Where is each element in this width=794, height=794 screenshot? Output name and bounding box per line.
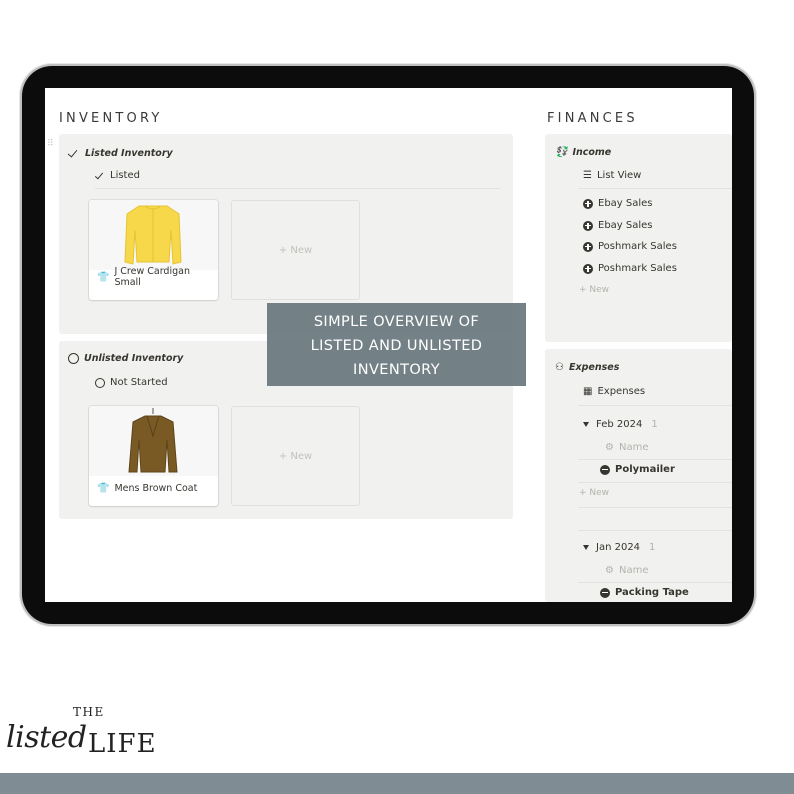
expense-item-label: Packing Tape [615, 587, 689, 598]
income-item-label: Ebay Sales [598, 198, 653, 209]
inventory-title: INVENTORY [59, 111, 163, 126]
divider [578, 530, 732, 531]
income-panel [545, 134, 732, 342]
listed-view-label: Listed [110, 170, 140, 181]
table-icon: ▦ [583, 386, 593, 397]
divider [95, 188, 500, 189]
name-header-label: Name [618, 565, 649, 576]
new-card-button[interactable]: + New [231, 406, 360, 506]
bottom-bar [0, 773, 794, 794]
expenses-label: Expenses [568, 362, 620, 373]
income-label: Income [572, 147, 612, 158]
finances-title: FINANCES [547, 111, 638, 126]
triangle-down-icon [583, 545, 589, 550]
plus-circle-icon [583, 263, 593, 274]
plus-circle-icon [583, 241, 593, 252]
group-toggle-feb[interactable]: Feb 2024 1 [583, 419, 658, 430]
divider [578, 405, 732, 406]
check-icon [68, 147, 80, 159]
hierarchy-icon: ⚇ [555, 362, 564, 373]
income-item[interactable]: Poshmark Sales [583, 241, 677, 252]
income-item-label: Poshmark Sales [598, 241, 677, 252]
group-count: 1 [651, 419, 658, 430]
income-item[interactable]: Poshmark Sales [583, 263, 677, 274]
brand-the: THE [73, 705, 105, 719]
new-label: + New [278, 450, 313, 462]
unlisted-view-label: Not Started [110, 377, 168, 388]
name-column-header: ⚙ Name [605, 565, 648, 576]
listed-inventory-label: Listed Inventory [85, 147, 173, 159]
gallery-card-cardigan[interactable]: 👕 J Crew Cardigan Small [89, 200, 218, 300]
expense-item-label: Polymailer [615, 464, 675, 475]
shirt-icon: 👕 [97, 271, 110, 283]
expenses-header[interactable]: ⚇ Expenses [555, 362, 619, 373]
brand-listed: listed [6, 720, 87, 755]
new-label: + New [579, 488, 610, 498]
minus-circle-icon [600, 587, 610, 598]
income-item-label: Poshmark Sales [598, 263, 677, 274]
income-item[interactable]: Ebay Sales [583, 220, 653, 231]
list-icon: ☰ [583, 170, 592, 181]
expenses-new-button[interactable]: + New [579, 488, 609, 498]
listed-view-tab[interactable]: Listed [95, 170, 140, 181]
group-label: Jan 2024 [596, 542, 641, 553]
unlisted-inventory-header[interactable]: Unlisted Inventory [68, 353, 183, 364]
card-title: Mens Brown Coat [114, 483, 198, 494]
group-count: 1 [649, 542, 656, 553]
coat-image [89, 406, 218, 476]
new-label: + New [579, 285, 610, 295]
expenses-view-tab[interactable]: ▦ Expenses [583, 386, 645, 397]
divider [578, 482, 732, 483]
money-icon: 💱 [555, 147, 568, 158]
new-label: + New [278, 244, 313, 256]
group-label: Feb 2024 [596, 419, 643, 430]
group-toggle-jan[interactable]: Jan 2024 1 [583, 542, 655, 553]
income-view-label: List View [596, 170, 642, 181]
shirt-icon: 👕 [97, 483, 110, 494]
plus-circle-icon [583, 220, 593, 231]
income-view-tab[interactable]: ☰ List View [583, 170, 641, 181]
income-header[interactable]: 💱 Income [555, 147, 611, 158]
divider [578, 507, 732, 508]
drag-handle-icon[interactable]: ⠿ [47, 139, 54, 149]
income-new-button[interactable]: + New [579, 285, 609, 295]
plus-circle-icon [583, 198, 593, 209]
expense-item[interactable]: Packing Tape [600, 587, 689, 598]
circle-icon [68, 353, 79, 364]
caption-line: INVENTORY [353, 362, 440, 378]
minus-circle-icon [600, 464, 610, 475]
expense-item[interactable]: Polymailer [600, 464, 675, 475]
name-column-header: ⚙ Name [605, 442, 648, 453]
gallery-card-coat[interactable]: 👕 Mens Brown Coat [89, 406, 218, 506]
unlisted-view-tab[interactable]: Not Started [95, 377, 168, 388]
gear-icon: ⚙ [605, 442, 614, 453]
gear-icon: ⚙ [605, 565, 614, 576]
brand-life: LIFE [88, 729, 157, 759]
card-title: J Crew Cardigan Small [114, 266, 190, 288]
name-header-label: Name [618, 442, 649, 453]
check-icon [95, 171, 105, 181]
caption-line: SIMPLE OVERVIEW OF [313, 314, 480, 330]
triangle-down-icon [583, 422, 589, 427]
caption-line: LISTED AND UNLISTED [310, 338, 483, 354]
new-card-button[interactable]: + New [231, 200, 360, 300]
divider [578, 582, 732, 583]
unlisted-inventory-label: Unlisted Inventory [84, 353, 184, 364]
overview-caption: SIMPLE OVERVIEW OF LISTED AND UNLISTED I… [267, 303, 526, 386]
divider [578, 459, 732, 460]
listed-inventory-header[interactable]: Listed Inventory [68, 147, 173, 159]
income-item[interactable]: Ebay Sales [583, 198, 653, 209]
circle-icon [95, 377, 105, 388]
expenses-view-label: Expenses [597, 386, 646, 397]
divider [578, 188, 732, 189]
cardigan-image [89, 200, 218, 270]
income-item-label: Ebay Sales [598, 220, 653, 231]
